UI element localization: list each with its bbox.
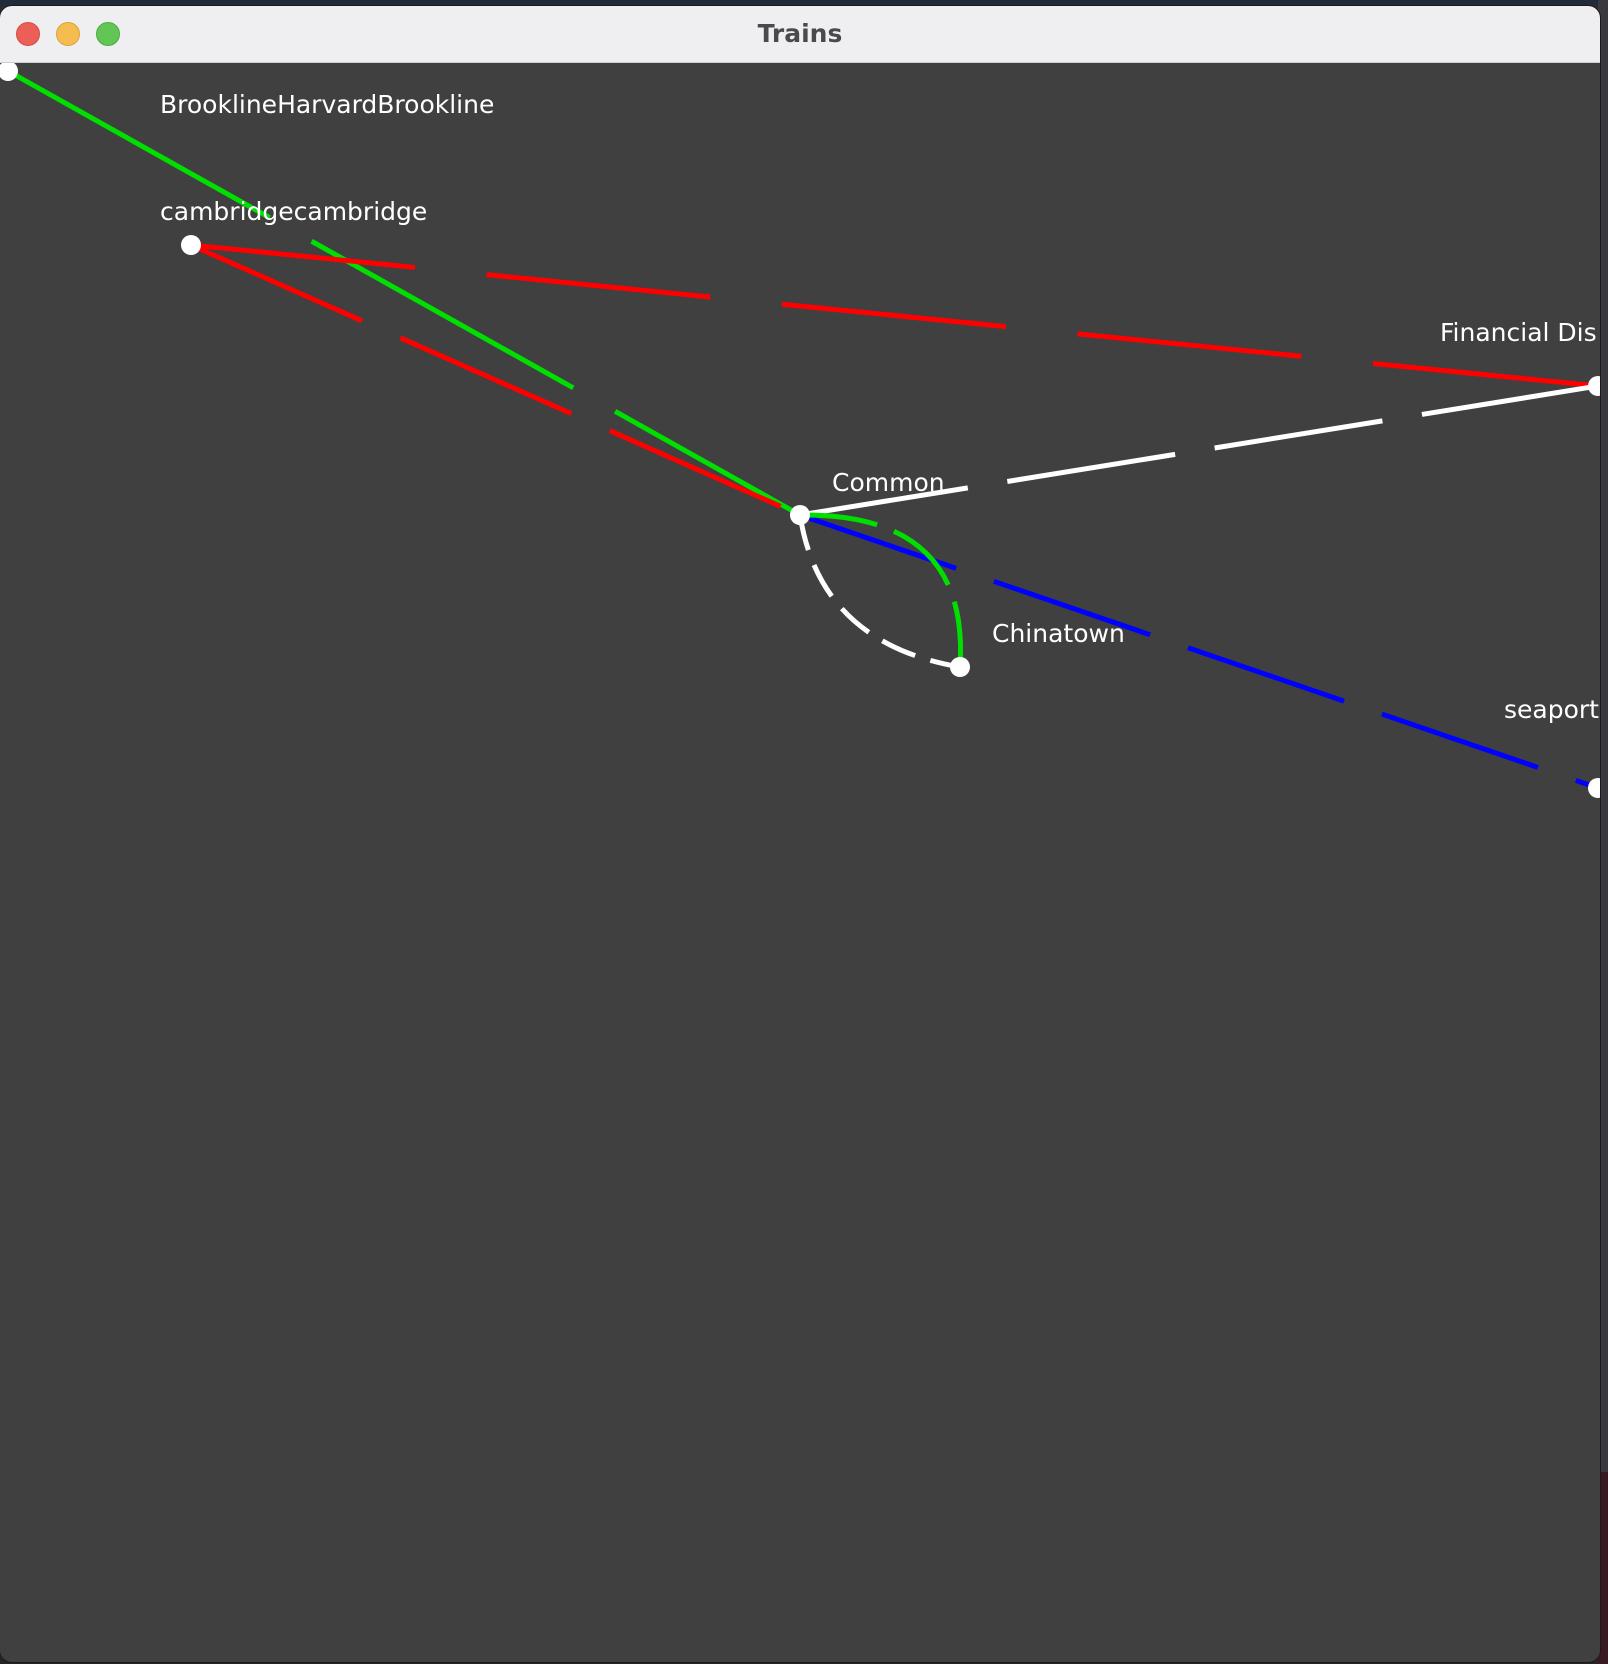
title-bar[interactable]: Trains <box>0 6 1600 63</box>
station-dot-chinatown[interactable] <box>950 657 970 677</box>
station-label-common: Common <box>832 468 945 497</box>
route-red-cambridge-financial <box>190 242 1599 389</box>
station-dot-common[interactable] <box>790 505 810 525</box>
station-label-cambridge: cambridgecambridge <box>160 197 427 226</box>
station-label-financial: Financial Dis <box>1440 318 1597 347</box>
route-blue-common-seaport <box>799 512 1599 791</box>
station-dot-cambridge[interactable] <box>181 235 201 255</box>
station-dot-brookline[interactable] <box>0 63 18 81</box>
route-red-cambridge-common <box>189 242 802 518</box>
station-label-seaport: seaport <box>1504 695 1599 724</box>
station-dot-financial[interactable] <box>1588 376 1600 396</box>
trains-window: Trains BrooklineHarvardBrookline cambrid… <box>0 6 1600 1662</box>
station-label-chinatown: Chinatown <box>992 619 1125 648</box>
route-green-common-chinatown <box>799 512 964 668</box>
route-white-common-chinatown <box>797 514 961 670</box>
station-dot-seaport[interactable] <box>1588 778 1600 798</box>
train-map: BrooklineHarvardBrookline cambridgecambr… <box>0 63 1600 798</box>
station-label-brookline: BrooklineHarvardBrookline <box>160 90 494 119</box>
window-title: Trains <box>757 19 843 48</box>
train-map-canvas[interactable]: BrooklineHarvardBrookline cambridgecambr… <box>0 63 1600 1662</box>
